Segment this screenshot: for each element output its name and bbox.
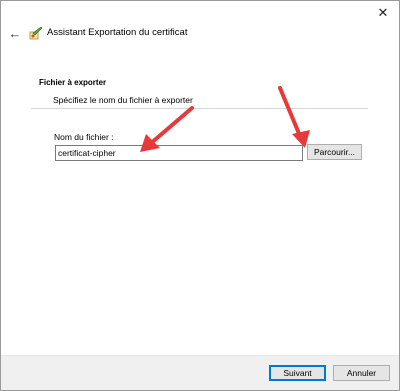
back-button[interactable]: ← <box>7 26 23 42</box>
close-button[interactable]: ✕ <box>375 5 391 21</box>
section-description: Spécifiez le nom du fichier à exporter <box>53 95 193 105</box>
export-wizard-window: ✕ ← Assistant Exportation du certificat … <box>0 0 400 391</box>
certificate-wizard-icon <box>29 26 43 40</box>
cancel-button[interactable]: Annuler <box>333 365 390 381</box>
header-divider <box>31 108 368 109</box>
next-button[interactable]: Suivant <box>269 365 326 381</box>
section-title: Fichier à exporter <box>39 78 107 87</box>
wizard-footer: Suivant Annuler <box>1 355 399 390</box>
back-arrow-icon: ← <box>8 26 22 41</box>
browse-button[interactable]: Parcourir... <box>307 144 362 160</box>
filename-input[interactable] <box>55 145 303 161</box>
filename-label: Nom du fichier : <box>54 132 114 142</box>
window-title: Assistant Exportation du certificat <box>47 27 188 38</box>
close-icon: ✕ <box>377 5 389 20</box>
